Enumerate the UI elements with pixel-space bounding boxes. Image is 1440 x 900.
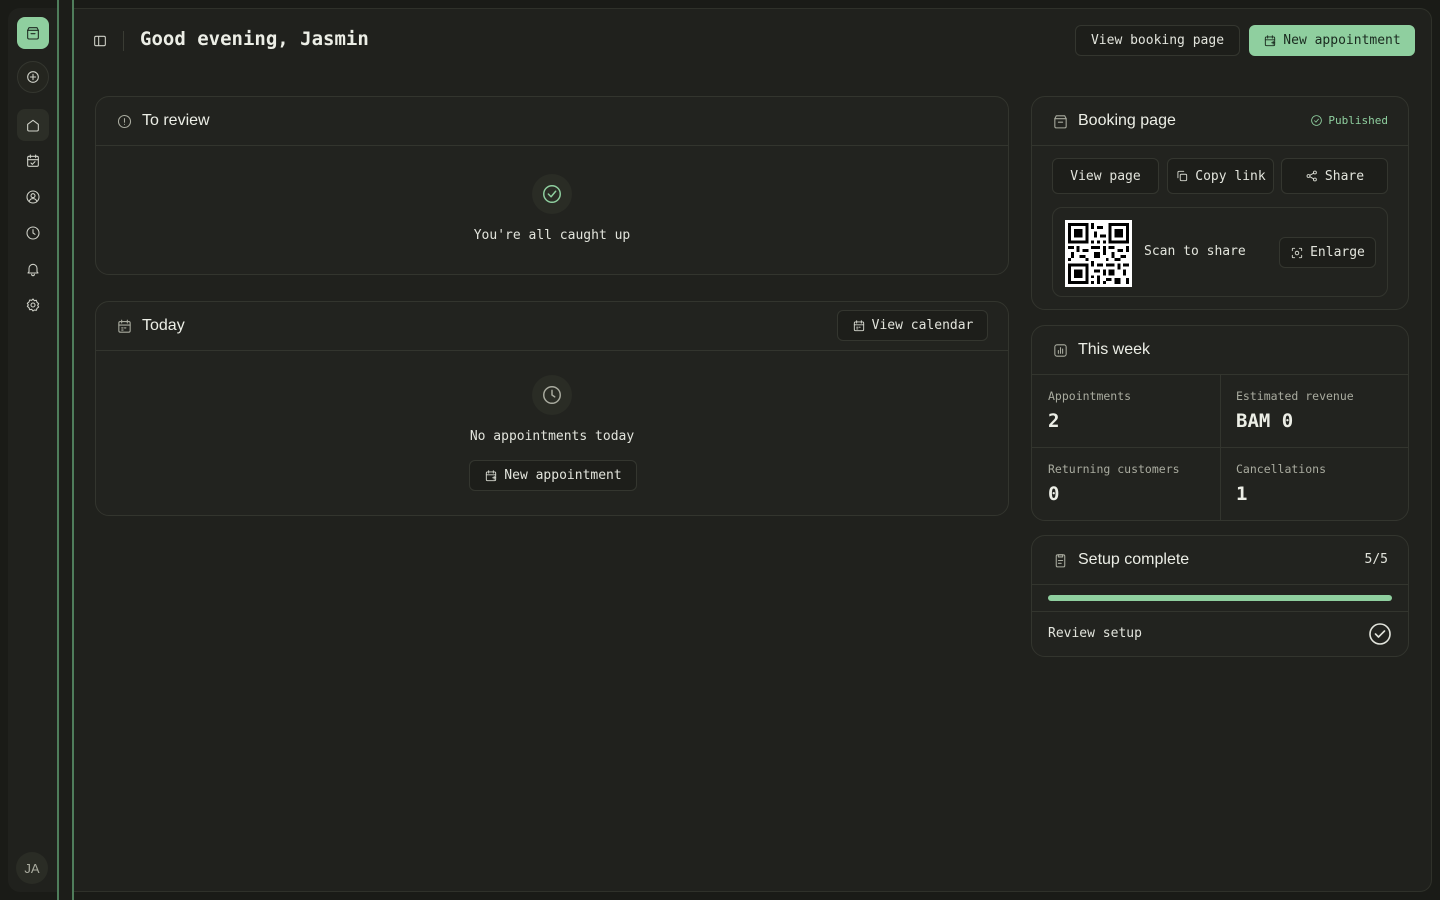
bar-chart-icon xyxy=(1054,343,1067,357)
copy-link-button[interactable]: Copy link xyxy=(1167,158,1274,194)
enlarge-qr-button[interactable]: Enlarge xyxy=(1279,237,1376,268)
panel-left-icon xyxy=(94,35,106,47)
calendar-plus-icon xyxy=(486,469,497,481)
booking-page-title: Booking page xyxy=(1078,112,1176,129)
setup-header: Setup complete xyxy=(1032,536,1408,585)
calendar-plus-icon xyxy=(1265,34,1276,46)
header-divider xyxy=(123,31,124,51)
bell-icon xyxy=(27,263,39,277)
to-review-card: To review You're all caught up xyxy=(95,96,1009,275)
clock-icon xyxy=(26,226,40,240)
today-empty-text: No appointments today xyxy=(469,429,635,444)
today-new-appointment-label: New appointment xyxy=(504,468,622,483)
settings-icon xyxy=(26,298,40,312)
setup-progress-fill xyxy=(1048,595,1392,601)
view-calendar-label: View calendar xyxy=(871,318,974,333)
qr-code-image xyxy=(1065,220,1132,287)
home-icon xyxy=(27,119,39,132)
stat-label: Appointments xyxy=(1048,389,1132,403)
sidebar-divider xyxy=(57,0,74,900)
sidebar-item-customers[interactable] xyxy=(17,181,49,213)
stat-value: 0 xyxy=(1048,483,1060,505)
stat-value: BAM 0 xyxy=(1236,410,1294,432)
new-appointment-button[interactable]: New appointment xyxy=(1249,25,1415,56)
qr-share-box: Scan to share Enlarge xyxy=(1052,207,1388,297)
copy-link-label: Copy link xyxy=(1195,168,1266,184)
view-calendar-button[interactable]: View calendar xyxy=(837,310,988,341)
stat-appointments: Appointments 2 xyxy=(1032,375,1220,448)
page-title: Good evening, Jasmin xyxy=(140,28,369,50)
stat-returning-customers: Returning customers 0 xyxy=(1032,448,1220,521)
setup-progress-text: 5/5 xyxy=(1364,552,1388,567)
check-circle-icon xyxy=(1311,115,1323,126)
stat-label: Cancellations xyxy=(1236,462,1327,476)
booking-page-card: Booking page Published View page Copy li… xyxy=(1031,96,1409,310)
calendar-icon xyxy=(853,319,864,331)
today-title: Today xyxy=(142,317,185,334)
share-button[interactable]: Share xyxy=(1281,158,1388,194)
quick-add-button[interactable] xyxy=(17,61,49,93)
user-circle-icon xyxy=(26,190,40,204)
share-icon xyxy=(1306,170,1317,182)
view-booking-page-button[interactable]: View booking page xyxy=(1075,25,1240,56)
setup-title: Setup complete xyxy=(1078,551,1190,568)
stat-cancellations: Cancellations 1 xyxy=(1220,448,1408,521)
check-circle-icon xyxy=(1369,623,1391,645)
clipboard-icon xyxy=(1055,553,1066,567)
today-card: Today View calendar No appointments toda… xyxy=(95,301,1009,516)
setup-card: Setup complete 5/5 Review setup xyxy=(1031,535,1409,657)
stat-label: Estimated revenue xyxy=(1236,389,1354,403)
to-review-title: To review xyxy=(142,112,210,129)
stat-value: 1 xyxy=(1236,483,1248,505)
new-appointment-label: New appointment xyxy=(1283,33,1401,48)
user-avatar[interactable]: JA xyxy=(16,852,48,884)
today-new-appointment-button[interactable]: New appointment xyxy=(469,460,637,491)
main-panel: Good evening, Jasmin View booking page N… xyxy=(74,8,1432,892)
setup-progress-bar xyxy=(1048,595,1392,601)
to-review-empty-text: You're all caught up xyxy=(473,228,631,243)
scan-to-share-text: Scan to share xyxy=(1144,244,1246,259)
sidebar-item-home[interactable] xyxy=(17,109,49,141)
sidebar-item-notifications[interactable] xyxy=(17,253,49,285)
calendar-check-icon xyxy=(27,154,39,167)
page-header: Good evening, Jasmin View booking page N… xyxy=(74,9,1431,73)
stat-value: 2 xyxy=(1048,410,1060,432)
published-status-text: Published xyxy=(1328,114,1388,127)
this-week-title: This week xyxy=(1078,341,1151,358)
this-week-card: This week Appointments 2 Estimated reven… xyxy=(1031,325,1409,521)
review-setup-label: Review setup xyxy=(1048,626,1142,641)
check-circle-icon xyxy=(532,174,572,214)
this-week-header: This week xyxy=(1032,326,1408,375)
calendar-icon xyxy=(118,319,131,333)
clock-icon xyxy=(532,375,572,415)
enlarge-label: Enlarge xyxy=(1310,245,1365,260)
store-icon xyxy=(1054,114,1067,128)
scan-icon xyxy=(1291,247,1303,258)
view-page-button[interactable]: View page xyxy=(1052,158,1159,194)
stat-estimated-revenue: Estimated revenue BAM 0 xyxy=(1220,375,1408,448)
alert-circle-icon xyxy=(117,114,132,128)
published-badge: Published xyxy=(1310,114,1388,127)
sidebar-item-history[interactable] xyxy=(17,217,49,249)
review-setup-row[interactable]: Review setup xyxy=(1032,612,1408,656)
to-review-header: To review xyxy=(96,97,1008,146)
app-logo-icon[interactable] xyxy=(17,17,49,49)
view-page-label: View page xyxy=(1070,168,1141,184)
sidebar-item-settings[interactable] xyxy=(17,289,49,321)
sidebar-rail: JA xyxy=(8,8,58,892)
stat-label: Returning customers xyxy=(1048,462,1180,476)
share-label: Share xyxy=(1324,168,1365,184)
sidebar-toggle-button[interactable] xyxy=(90,31,110,51)
view-booking-page-label: View booking page xyxy=(1090,33,1225,48)
sidebar-item-calendar[interactable] xyxy=(17,145,49,177)
copy-icon xyxy=(1177,170,1188,182)
